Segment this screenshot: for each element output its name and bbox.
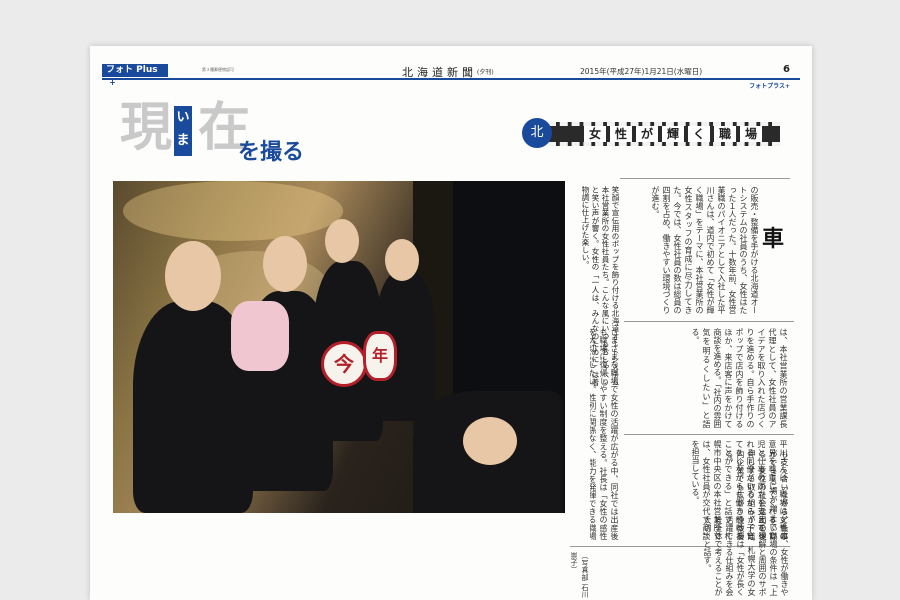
headline-ruby: い ま [174,106,192,156]
column-rule-2 [624,434,794,435]
pop-sign-2: 年 [363,331,397,381]
ruby-char-2: ま [176,133,190,148]
theme-strip: 女 性 が 輝 く 職 場 北 [522,118,782,150]
issue-date: 2015年(平成27年)1月21日(水曜日) [580,67,703,76]
paper-edition: (夕刊) [477,69,494,76]
article-lead-character: 車 [762,226,785,252]
theme-char: 性 [610,126,632,142]
paper-doll-cutout [231,301,289,371]
masthead-rule [102,78,800,80]
article-column-6: ともに、女性が働きやすい職場の条件は「上司の理解と周囲のサポート」。札幌大学の女… [703,516,789,596]
corner-label: フォトプラス+ [749,83,790,90]
woman-face-2 [263,236,307,292]
theme-char: 女 [584,126,606,142]
ruby-char-1: い [176,110,190,125]
pop-sign-1: 今 [321,341,367,387]
article-column-4: さまざまな職場で女性の活躍が広がる中、同社では出産後も職場に復帰しやすい制度を整… [590,328,619,540]
main-photo: 今 年 [113,181,565,513]
column-rule-top [620,178,790,179]
postal-note: 第３種郵便物認可 [202,67,234,72]
masthead: フォト Plus+ 第３種郵便物認可 北海道新聞(夕刊) 2015年(平成27年… [102,62,800,87]
woman-face-5 [463,417,517,465]
hokkaido-badge-icon: 北 [522,118,552,148]
article-column-2: は、本社営業所の営業課長代理として、女性社員のアイデアを取り入れた店づくりを進め… [691,328,788,428]
headline: 現 い ま 在 を撮る [120,96,360,176]
column-rule-1 [624,321,794,322]
theme-char: が [636,126,658,142]
theme-char: 職 [714,126,736,142]
theme-char: く [688,126,710,142]
headline-kanji-1: 現 [120,97,173,158]
newspaper-page: フォト Plus+ 第３種郵便物認可 北海道新聞(夕刊) 2015年(平成27年… [90,46,812,600]
article-column-1: の販売・整備を手がける北海道オートシステムの社員のうち、女性はたった１人だった。… [651,186,759,314]
theme-char: 場 [740,126,762,142]
page-number: 6 [783,64,790,75]
section-tab-label: フォト Plus [106,65,158,75]
film-strip: 女 性 が 輝 く 職 場 [548,122,780,146]
theme-char: 輝 [662,126,684,142]
woman-face-3 [325,219,359,263]
woman-face-1 [165,241,221,311]
section-tab: フォト Plus+ [102,64,168,87]
article-byline: （写真部 石川崇子） [570,552,589,598]
woman-face-4 [385,239,419,281]
headline-subtitle: を撮る [238,139,305,165]
ceiling-light [123,181,343,241]
